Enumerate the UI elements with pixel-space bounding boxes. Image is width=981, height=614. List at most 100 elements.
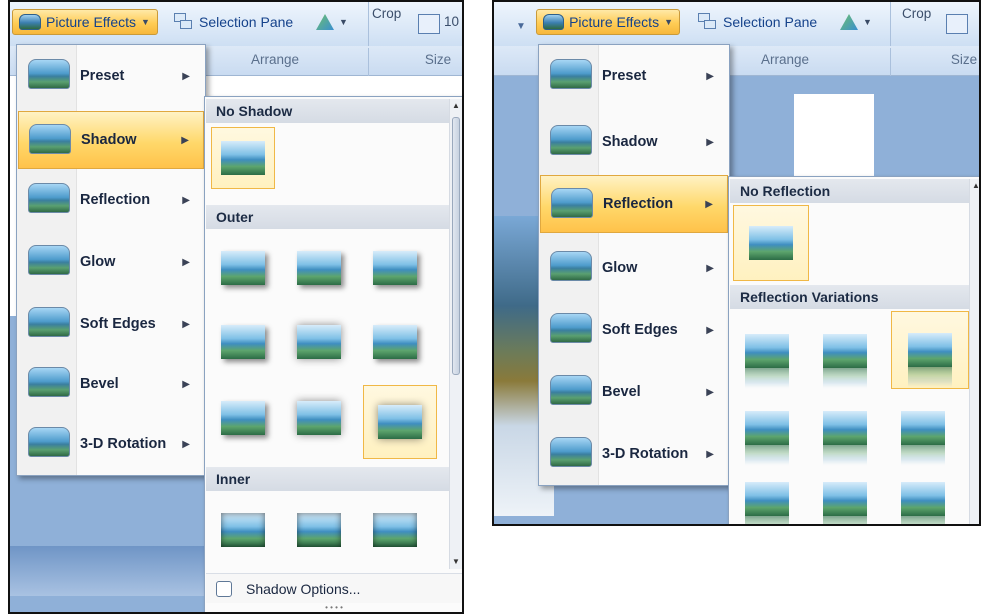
menu-item-shadow[interactable]: Shadow ▶ bbox=[18, 111, 204, 169]
picture-effects-button[interactable]: Picture Effects ▼ bbox=[536, 9, 680, 35]
chevron-right-icon: ▶ bbox=[182, 318, 190, 330]
shadow-option-outer[interactable] bbox=[363, 311, 427, 373]
chevron-right-icon: ▶ bbox=[706, 262, 714, 274]
reflection-option[interactable] bbox=[891, 469, 955, 524]
rotate-icon bbox=[316, 14, 334, 30]
menu-item-3d-rotation[interactable]: 3-D Rotation ▶ bbox=[18, 415, 204, 473]
rotate-button[interactable]: ▼ bbox=[834, 9, 878, 35]
scroll-up-icon[interactable]: ▲ bbox=[970, 179, 979, 193]
rotate-button[interactable]: ▼ bbox=[310, 9, 354, 35]
menu-item-label: Bevel bbox=[80, 376, 119, 392]
group-separator bbox=[890, 2, 891, 46]
menu-item-label: Reflection bbox=[80, 192, 151, 208]
menu-item-soft-edges[interactable]: Soft Edges ▶ bbox=[18, 295, 204, 353]
selection-pane-button[interactable]: Selection Pane bbox=[168, 9, 299, 35]
quick-access-dropdown-icon[interactable]: ▼ bbox=[510, 16, 532, 38]
size-group-label: Size bbox=[424, 52, 452, 67]
menu-item-glow[interactable]: Glow ▶ bbox=[18, 233, 204, 291]
shadow-icon bbox=[29, 124, 71, 154]
shadow-option-outer[interactable] bbox=[211, 237, 275, 299]
chevron-right-icon: ▶ bbox=[706, 70, 714, 82]
chevron-down-icon: ▼ bbox=[141, 17, 150, 27]
chevron-down-icon: ▼ bbox=[863, 17, 872, 27]
shadow-option-outer[interactable] bbox=[287, 387, 351, 449]
ribbon: Picture Effects ▼ Selection Pane ▼ Crop … bbox=[10, 2, 462, 46]
shadow-option-outer-selected[interactable] bbox=[363, 385, 437, 459]
group-separator bbox=[368, 48, 369, 76]
picture-effects-icon bbox=[543, 14, 565, 30]
menu-item-label: 3-D Rotation bbox=[80, 436, 167, 452]
shadow-icon bbox=[550, 125, 592, 155]
3d-rotation-icon bbox=[550, 437, 592, 467]
section-inner: Inner bbox=[206, 467, 449, 491]
right-screenshot: ▼ Picture Effects ▼ Selection Pane ▼ Cro… bbox=[492, 0, 981, 526]
menu-item-bevel[interactable]: Bevel ▶ bbox=[18, 355, 204, 413]
menu-item-label: Preset bbox=[80, 68, 125, 84]
picture-effects-button[interactable]: Picture Effects ▼ bbox=[12, 9, 158, 35]
soft-edges-icon bbox=[28, 307, 70, 337]
menu-item-bevel[interactable]: Bevel ▶ bbox=[540, 363, 728, 421]
shadow-option-outer[interactable] bbox=[211, 387, 275, 449]
scrollbar-thumb[interactable] bbox=[452, 117, 460, 375]
chevron-right-icon: ▶ bbox=[706, 136, 714, 148]
chevron-right-icon: ▶ bbox=[181, 134, 189, 146]
shadow-option-none[interactable] bbox=[211, 127, 275, 189]
size-group-label: Size bbox=[950, 52, 978, 67]
menu-item-shadow[interactable]: Shadow ▶ bbox=[540, 113, 728, 171]
menu-item-reflection[interactable]: Reflection ▶ bbox=[18, 171, 204, 229]
section-no-reflection: No Reflection bbox=[730, 179, 969, 203]
reflection-option[interactable] bbox=[813, 393, 877, 463]
shadow-option-inner[interactable] bbox=[211, 499, 275, 561]
selection-pane-button[interactable]: Selection Pane bbox=[692, 9, 823, 35]
menu-item-reflection[interactable]: Reflection ▶ bbox=[540, 175, 728, 233]
reflection-option-selected[interactable] bbox=[891, 311, 969, 389]
menu-item-soft-edges[interactable]: Soft Edges ▶ bbox=[540, 301, 728, 359]
shadow-option-outer[interactable] bbox=[287, 311, 351, 373]
scroll-up-icon[interactable]: ▲ bbox=[450, 99, 462, 113]
shadow-option-outer[interactable] bbox=[287, 237, 351, 299]
gallery-scrollbar[interactable]: ▲ ▼ bbox=[449, 99, 462, 569]
left-screenshot: Picture Effects ▼ Selection Pane ▼ Crop … bbox=[8, 0, 464, 614]
picture-effects-menu: Preset ▶ Shadow ▶ Reflection ▶ Glow ▶ So… bbox=[16, 44, 206, 476]
group-separator bbox=[890, 48, 891, 76]
menu-item-glow[interactable]: Glow ▶ bbox=[540, 239, 728, 297]
picture-effects-label: Picture Effects bbox=[46, 14, 137, 30]
menu-item-preset[interactable]: Preset ▶ bbox=[18, 47, 204, 105]
shadow-option-outer[interactable] bbox=[363, 237, 427, 299]
resize-grip-icon[interactable]: • • • • bbox=[205, 603, 462, 612]
reflection-option[interactable] bbox=[891, 393, 955, 463]
shadow-gallery: No Shadow Outer Inner ▲ ▼ Shadow Options… bbox=[204, 96, 462, 612]
shadow-option-inner[interactable] bbox=[287, 499, 351, 561]
crop-button[interactable]: Crop bbox=[902, 6, 931, 21]
preset-icon bbox=[28, 59, 70, 89]
reflection-option[interactable] bbox=[813, 469, 877, 524]
menu-item-3d-rotation[interactable]: 3-D Rotation ▶ bbox=[540, 425, 728, 483]
chevron-down-icon: ▼ bbox=[664, 17, 673, 27]
menu-item-preset[interactable]: Preset ▶ bbox=[540, 47, 728, 105]
soft-edges-icon bbox=[550, 313, 592, 343]
glow-icon bbox=[28, 245, 70, 275]
selection-pane-label: Selection Pane bbox=[723, 14, 818, 30]
scroll-down-icon[interactable]: ▼ bbox=[450, 555, 462, 569]
crop-button[interactable]: Crop bbox=[372, 6, 401, 21]
shadow-option-inner[interactable] bbox=[363, 499, 427, 561]
menu-item-label: Glow bbox=[80, 254, 116, 270]
height-value[interactable]: 10 bbox=[444, 14, 459, 29]
chevron-right-icon: ▶ bbox=[706, 324, 714, 336]
section-no-shadow: No Shadow bbox=[206, 99, 449, 123]
reflection-option[interactable] bbox=[813, 313, 877, 389]
reflection-option-none[interactable] bbox=[733, 205, 809, 281]
menu-item-label: Preset bbox=[602, 68, 647, 84]
menu-item-label: 3-D Rotation bbox=[602, 446, 689, 462]
section-reflection-variations: Reflection Variations bbox=[730, 285, 969, 309]
shadow-options-item[interactable]: Shadow Options... bbox=[206, 573, 462, 603]
shadow-option-outer[interactable] bbox=[211, 311, 275, 373]
reflection-option[interactable] bbox=[735, 313, 799, 389]
gallery-scrollbar[interactable]: ▲ bbox=[969, 179, 979, 524]
crop-size-icon bbox=[418, 14, 440, 34]
chevron-right-icon: ▶ bbox=[182, 256, 190, 268]
reflection-option[interactable] bbox=[735, 393, 799, 463]
chevron-down-icon: ▼ bbox=[339, 17, 348, 27]
reflection-option[interactable] bbox=[735, 469, 799, 524]
selection-pane-icon bbox=[698, 13, 718, 31]
